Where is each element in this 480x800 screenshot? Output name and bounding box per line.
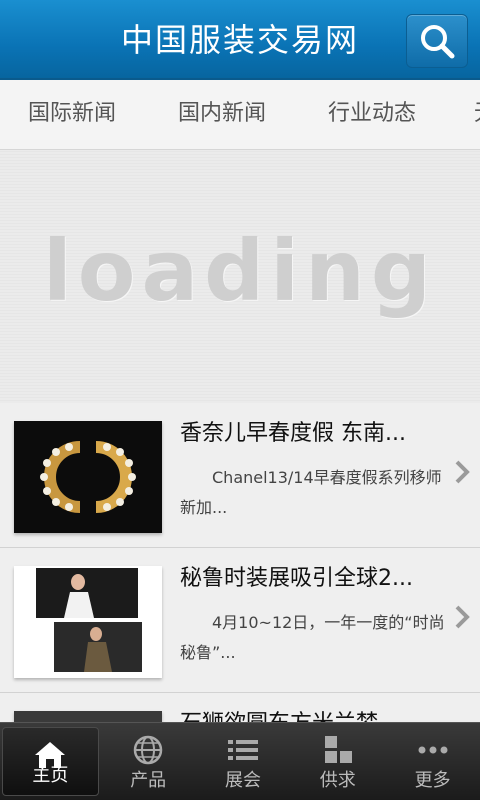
news-thumbnail [14, 566, 162, 678]
nav-home[interactable]: 主页 [2, 727, 99, 796]
bottom-nav: 主页 产品 展会 供求 更多 [0, 722, 480, 800]
loading-text: loading [42, 222, 438, 320]
tab-next-partial[interactable]: 无 [474, 80, 480, 149]
blocks-icon [324, 736, 352, 763]
nav-exhibitions-label: 展会 [224, 770, 261, 791]
chevron-right-icon [455, 460, 470, 484]
nav-exhibitions[interactable]: 展会 [196, 723, 291, 800]
nav-products-label: 产品 [130, 770, 167, 791]
news-item[interactable]: 秘鲁时装展吸引全球2... 4月10~12日，一年一度的“时尚秘鲁”... [0, 548, 480, 693]
tab-domestic-news[interactable]: 国内新闻 [178, 80, 266, 149]
news-description: 4月10~12日，一年一度的“时尚秘鲁”... [180, 613, 445, 662]
news-description: Chanel13/14早春度假系列移师新加... [180, 468, 442, 517]
nav-supply-demand-label: 供求 [319, 770, 356, 791]
globe-icon [133, 735, 163, 765]
loading-banner[interactable]: loading [0, 150, 480, 403]
nav-home-label: 主页 [32, 765, 69, 786]
app-header: 中国服装交易网 [0, 0, 480, 80]
tab-industry-news[interactable]: 行业动态 [328, 80, 416, 149]
search-icon [421, 25, 455, 59]
category-tabs: 国际新闻 国内新闻 行业动态 无 [0, 80, 480, 150]
nav-products[interactable]: 产品 [101, 723, 196, 800]
nav-more-label: 更多 [414, 770, 451, 791]
search-button[interactable] [406, 14, 468, 68]
nav-more[interactable]: 更多 [385, 723, 480, 800]
nav-supply-demand[interactable]: 供求 [290, 723, 385, 800]
more-icon [418, 746, 448, 754]
news-title: 香奈儿早春度假 东南... [180, 421, 406, 446]
fashion-show-image [14, 566, 162, 678]
news-thumbnail [14, 421, 162, 533]
chevron-right-icon [455, 605, 470, 629]
news-item[interactable]: 香奈儿早春度假 东南... Chanel13/14早春度假系列移师新加... [0, 403, 480, 548]
chanel-logo-image [14, 421, 162, 533]
list-icon [227, 740, 258, 760]
tab-international-news[interactable]: 国际新闻 [28, 80, 116, 149]
news-title: 秘鲁时装展吸引全球2... [180, 566, 413, 591]
